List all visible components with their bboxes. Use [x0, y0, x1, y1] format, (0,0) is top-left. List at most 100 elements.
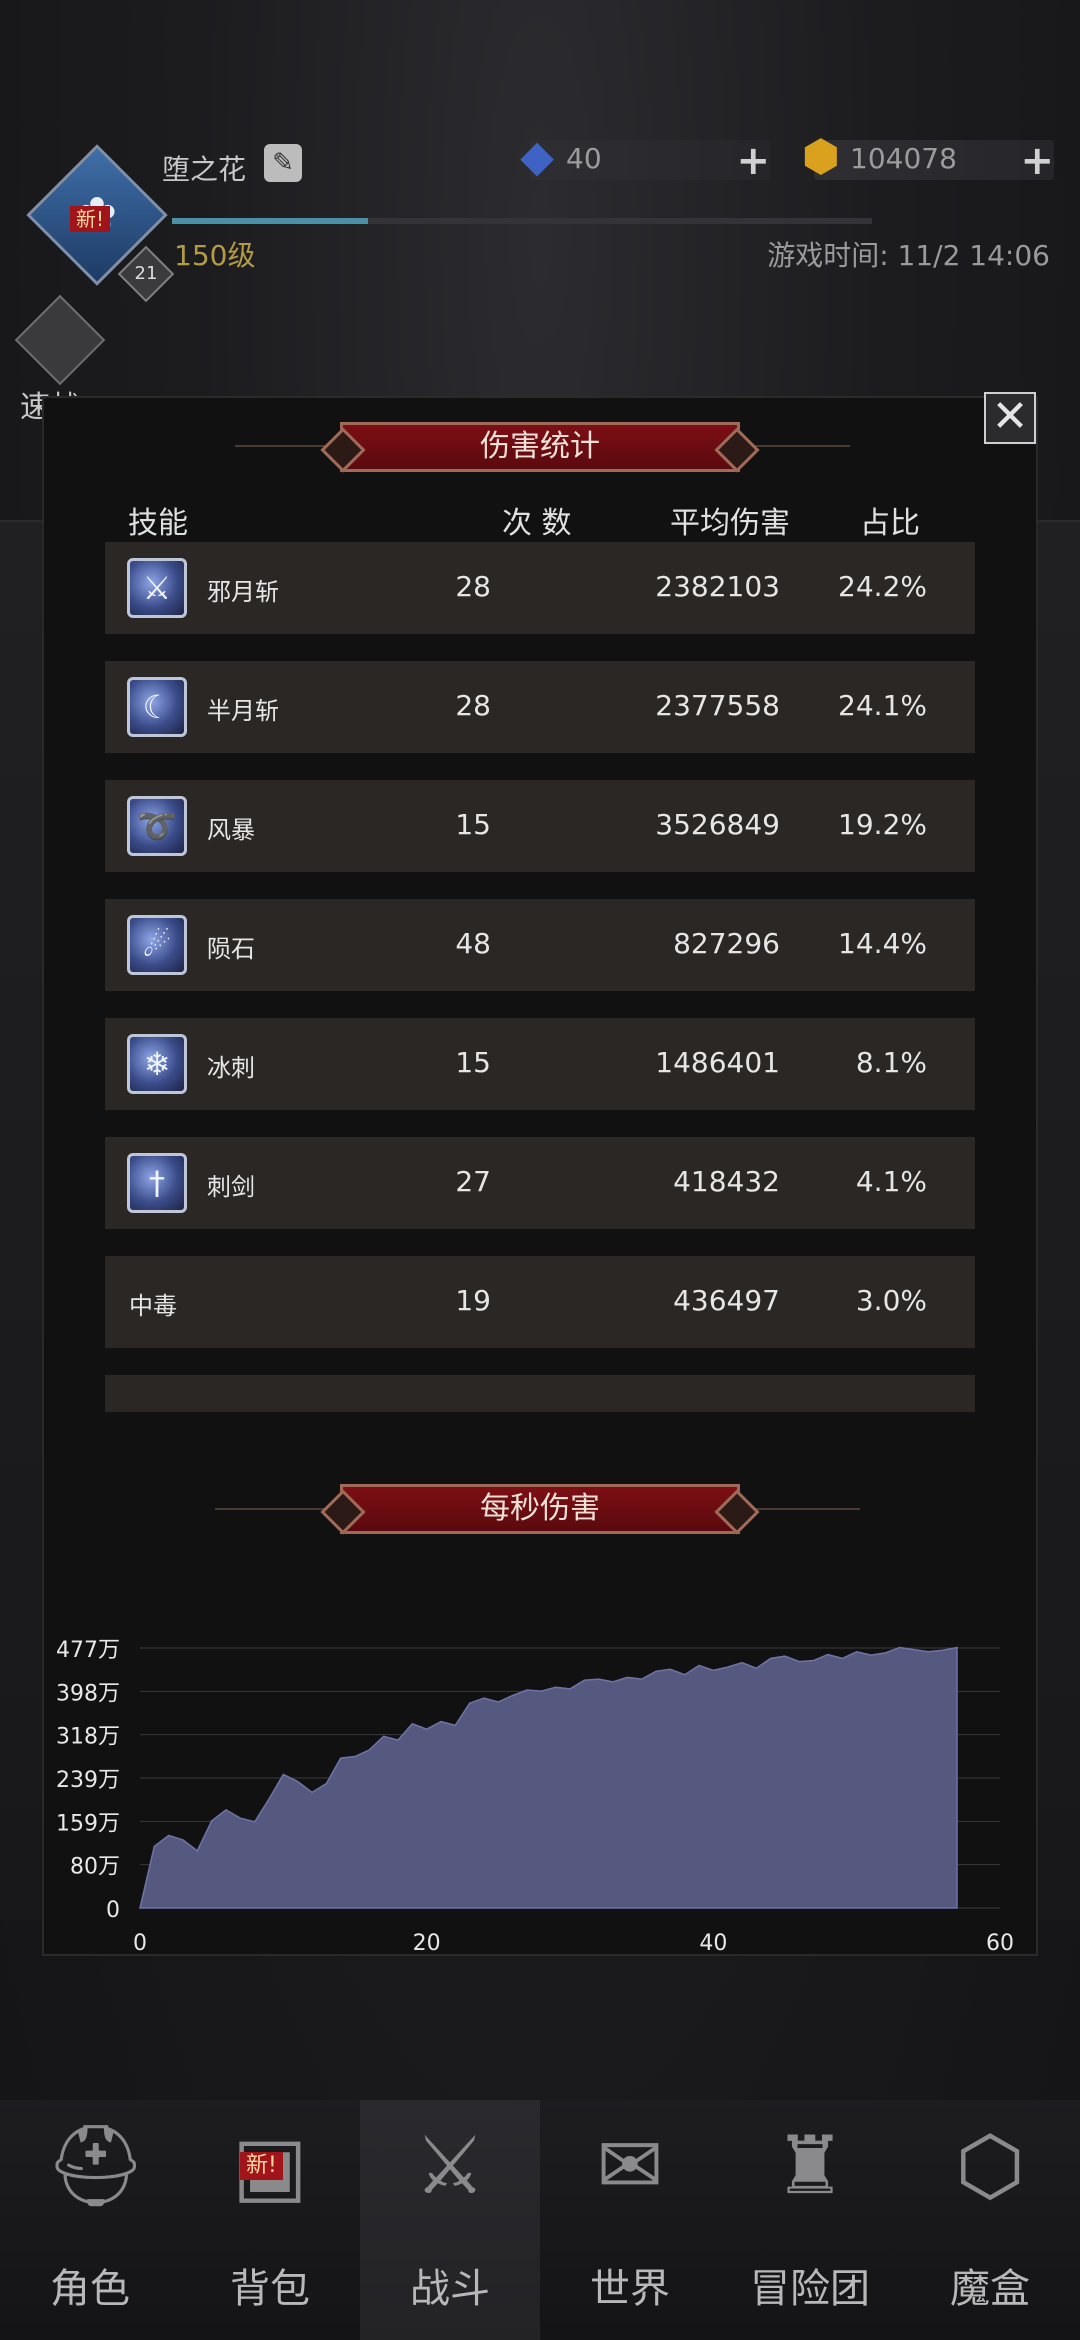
table-row: ❄ 冰刺 15 1486401 8.1% — [105, 1018, 975, 1110]
table-row: † 刺剑 27 418432 4.1% — [105, 1137, 975, 1229]
skill-name: 邪月斩 — [207, 578, 279, 606]
exp-bar — [172, 218, 872, 224]
nav-item-character[interactable]: ⛑ 角色 — [0, 2100, 180, 2340]
skill-avg-damage: 418432 — [673, 1165, 780, 1198]
col-pct: 占比 — [860, 506, 920, 541]
table-header: 技能 次 数 平均伤害 占比 — [0, 498, 1080, 541]
bottom-nav: ⛑ 角色 ▣ 新! 背包 ⚔ 战斗 ✉ 世界 ♜ 冒险团 ⬡ 魔盒 — [0, 2100, 1080, 2340]
x-tick-label: 40 — [699, 1931, 727, 1956]
shield-sword-icon: ⚔ — [414, 2119, 486, 2212]
skill-pct: 8.1% — [855, 1046, 927, 1079]
ice-spike-icon: ❄ — [127, 1034, 187, 1094]
dps-chart: 0 80万 159万 239万 318万 398万 477万 0 20 40 60 — [0, 1600, 1080, 1970]
crescent-moon-icon: ☾ — [127, 677, 187, 737]
skill-pct: 3.0% — [855, 1284, 927, 1317]
y-tick-label: 0 — [106, 1898, 120, 1923]
exp-bar-fill — [172, 218, 368, 224]
y-tick-label: 159万 — [56, 1811, 120, 1836]
sword-slash-icon: ⚔ — [127, 558, 187, 618]
game-time: 游戏时间: 11/2 14:06 — [767, 239, 1050, 272]
x-tick-label: 60 — [986, 1931, 1014, 1956]
skill-count: 27 — [455, 1165, 491, 1198]
rapier-icon: † — [127, 1153, 187, 1213]
col-avg: 平均伤害 — [670, 506, 790, 541]
player-level: 150级 — [174, 239, 256, 272]
backpack-new-badge: 新! — [240, 2152, 283, 2180]
currency-blue-gem: ◆ 40 + — [520, 132, 770, 184]
skill-count: 28 — [455, 570, 491, 603]
castle-icon: ♜ — [774, 2119, 846, 2212]
dps-chart-svg: 0 80万 159万 239万 318万 398万 477万 0 20 40 60 — [56, 1638, 1014, 1956]
skill-avg-damage: 2382103 — [655, 570, 780, 603]
close-button[interactable]: ✕ — [984, 392, 1036, 444]
skill-avg-damage: 1486401 — [655, 1046, 780, 1079]
damage-stats-title: 伤害统计 — [340, 422, 740, 472]
helmet-icon: ⛑ — [45, 2119, 147, 2212]
y-tick-label: 477万 — [56, 1638, 120, 1663]
nav-item-world[interactable]: ✉ 世界 — [540, 2100, 720, 2340]
table-row: 中毒 19 436497 3.0% — [105, 1256, 975, 1348]
nav-item-backpack[interactable]: ▣ 新! 背包 — [180, 2100, 360, 2340]
skill-avg-damage: 2377558 — [655, 689, 780, 722]
nav-label: 世界 — [590, 2266, 670, 2312]
skill-pct: 4.1% — [855, 1165, 927, 1198]
nav-label: 冒险团 — [750, 2266, 870, 2312]
skill-name: 刺剑 — [207, 1173, 255, 1201]
magic-box-icon: ⬡ — [955, 2119, 1025, 2212]
skill-avg-damage: 436497 — [673, 1284, 780, 1317]
y-tick-label: 80万 — [70, 1855, 120, 1880]
skill-count: 28 — [455, 689, 491, 722]
skill-name: 半月斩 — [207, 697, 279, 725]
y-tick-label: 318万 — [56, 1725, 120, 1750]
skill-pct: 14.4% — [838, 927, 927, 960]
x-tick-label: 0 — [133, 1931, 147, 1956]
player-avatar[interactable]: ✿ 新! 21 — [22, 140, 175, 303]
skill-count: 15 — [455, 1046, 491, 1079]
y-tick-label: 239万 — [56, 1768, 120, 1793]
skill-avg-damage: 827296 — [673, 927, 780, 960]
nav-item-magic-box[interactable]: ⬡ 魔盒 — [900, 2100, 1080, 2340]
add-gold-gem-button[interactable]: + — [1020, 138, 1054, 184]
damage-table[interactable]: ⚔ 邪月斩 28 2382103 24.2% ☾ 半月斩 28 2377558 … — [105, 542, 975, 1412]
table-row: ➰ 风暴 15 3526849 19.2% — [105, 780, 975, 872]
meteor-icon: ☄ — [127, 915, 187, 975]
avatar-new-badge: 新! — [70, 206, 111, 232]
skill-name: 冰刺 — [207, 1054, 255, 1082]
gold-gem-icon: ⬢ — [801, 131, 841, 182]
skill-avg-damage: 3526849 — [655, 808, 780, 841]
nav-label: 角色 — [50, 2266, 130, 2312]
dps-title: 每秒伤害 — [340, 1484, 740, 1534]
speed-battle-icon — [14, 294, 106, 386]
gold-gem-amount: 104078 — [850, 142, 957, 175]
nav-label: 背包 — [230, 2266, 310, 2312]
skill-pct: 19.2% — [838, 808, 927, 841]
skill-count: 48 — [455, 927, 491, 960]
skill-name: 风暴 — [207, 816, 255, 844]
skill-pct: 24.2% — [838, 570, 927, 603]
map-scroll-icon: ✉ — [596, 2119, 664, 2212]
table-row: ☾ 半月斩 28 2377558 24.1% — [105, 661, 975, 753]
blue-gem-icon: ◆ — [520, 131, 554, 182]
edit-name-icon[interactable]: ✎ — [264, 144, 302, 182]
skill-count: 19 — [455, 1284, 491, 1317]
table-row: ☄ 陨石 48 827296 14.4% — [105, 899, 975, 991]
x-tick-label: 20 — [413, 1931, 441, 1956]
skill-pct: 24.1% — [838, 689, 927, 722]
skill-name: 中毒 — [129, 1292, 177, 1320]
skill-count: 15 — [455, 808, 491, 841]
storm-icon: ➰ — [127, 796, 187, 856]
nav-item-battle[interactable]: ⚔ 战斗 — [360, 2100, 540, 2340]
nav-label: 魔盒 — [950, 2266, 1030, 2312]
col-count: 次 数 — [502, 506, 572, 541]
add-blue-gem-button[interactable]: + — [736, 138, 770, 184]
skill-name: 陨石 — [207, 935, 255, 963]
nav-label: 战斗 — [410, 2266, 490, 2312]
y-tick-label: 398万 — [56, 1681, 120, 1706]
player-name: 堕之花 — [162, 153, 247, 186]
blue-gem-amount: 40 — [566, 142, 602, 175]
col-skill: 技能 — [128, 506, 188, 541]
currency-gold-gem: ⬢ 104078 + — [802, 132, 1054, 184]
table-row-partial — [105, 1375, 975, 1412]
table-row: ⚔ 邪月斩 28 2382103 24.2% — [105, 542, 975, 634]
nav-item-guild[interactable]: ♜ 冒险团 — [720, 2100, 900, 2340]
